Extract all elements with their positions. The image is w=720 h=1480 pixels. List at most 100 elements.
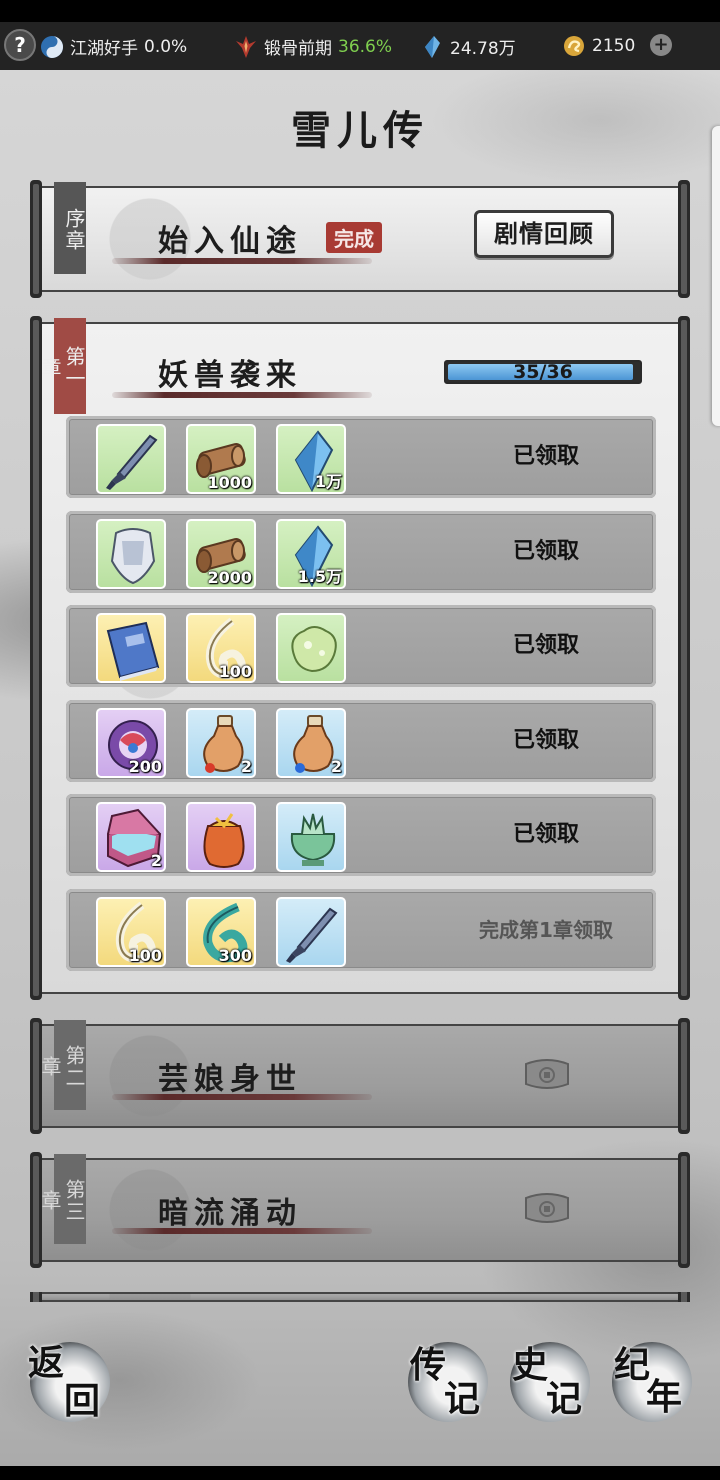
side-drawer-handle[interactable] [712,126,720,426]
scroll-rod-left [30,180,42,298]
censer-icon [290,813,336,866]
item-quantity: 200 [128,756,162,776]
chapter-progress-bar: 35/36 [444,360,642,384]
reward-item-slot[interactable]: 1000 [186,424,256,494]
game-screen: ? 江湖好手 0.0% 锻骨前期 36.6% 24.78万 2150 + 雪儿传… [0,0,720,1480]
reward-item-slot[interactable]: 200 [96,707,166,778]
back-button[interactable]: 返 回 [28,1342,110,1422]
back-char-2: 回 [64,1380,101,1422]
reward-item-slot[interactable] [96,613,166,683]
system-nav-strip [0,1466,720,1480]
realm-label: 锻骨前期 [264,39,332,59]
biography-button[interactable]: 传 记 [408,1342,488,1422]
armor-icon [110,527,156,584]
reward-item-slot[interactable] [96,424,166,494]
chapter4-scroll-partial [30,1292,690,1302]
item-quantity: 2 [330,756,342,776]
prologue-tag: 序章 [54,182,86,274]
cultivation-rank-stat[interactable]: 江湖好手 0.0% [40,34,187,59]
prologue-scroll: 序章 始入仙途 完成 剧情回顾 [30,180,690,298]
reward-item-slot[interactable] [186,802,256,872]
coin-value: 2150 [592,36,636,56]
reward-item-slot[interactable]: 100 [96,896,166,967]
brush-stroke [112,1094,372,1100]
claimed-status: 已领取 [512,444,579,469]
scroll-rod-left [30,1292,42,1302]
chapter3-title: 暗流涌动 [158,1196,302,1231]
scroll-paper [40,1292,680,1302]
reward-item-slot[interactable]: 300 [186,896,256,967]
chapter2-scroll[interactable]: 第二章 芸娘身世 [30,1018,690,1134]
brush-stroke [112,1228,372,1234]
scroll-rod-left [30,316,42,1000]
scroll-rod-right [678,1292,690,1302]
brush-stroke [112,258,372,264]
lock-icon [525,1193,569,1223]
sword-icon [106,434,158,490]
reward-item-slot[interactable]: 2 [276,707,346,778]
reward-item-slot[interactable] [276,802,346,872]
reward-row[interactable]: 2 已领取 [66,794,656,876]
coin-stat[interactable]: 2150 [562,34,635,58]
reward-row[interactable]: 200 2 2 已领取 [66,699,656,782]
item-quantity: 2 [150,851,162,870]
item-quantity: 1000 [207,473,252,492]
item-quantity: 1.5万 [297,566,342,586]
history-button[interactable]: 史 记 [510,1342,590,1422]
crystal-icon [425,35,440,58]
crystal-value: 24.78万 [450,39,516,59]
history-char-1: 史 [512,1344,549,1386]
reward-item-slot[interactable]: 1.5万 [276,518,346,589]
reward-row[interactable]: 100 300 完成第1章领取 [66,888,656,971]
claimed-status: 已领取 [512,633,579,658]
chapter1-scroll: 第一章 妖兽袭来 35/36 1000 1万 已领取 2000 1.5万 已领取 100 已领… [30,316,690,1000]
chapter1-tag: 第一章 [38,318,86,414]
chapter3-scroll[interactable]: 第三章 暗流涌动 [30,1152,690,1268]
item-quantity: 100 [218,662,252,681]
reward-row[interactable]: 1000 1万 已领取 [66,416,656,498]
help-button[interactable]: ? [4,29,36,61]
crystal-stat[interactable]: 24.78万 [420,34,516,59]
biography-char-1: 传 [410,1344,447,1386]
back-char-1: 返 [28,1342,65,1384]
prologue-title: 始入仙途 [158,224,302,259]
chapter2-tag: 第二章 [38,1020,86,1110]
reward-item-slot[interactable]: 100 [186,613,256,683]
brush-stroke [112,392,372,398]
rank-label: 江湖好手 [70,39,138,59]
chronicle-button[interactable]: 纪 年 [612,1342,692,1422]
chronicle-char-1: 纪 [614,1344,651,1386]
reward-row[interactable]: 100 已领取 [66,605,656,687]
item-quantity: 100 [128,945,162,965]
reward-item-slot[interactable]: 2 [186,707,256,778]
pouch-icon [203,813,245,868]
reward-item-slot[interactable]: 2 [96,802,166,872]
progress-text: 35/36 [513,361,573,383]
scroll-rod-right [678,316,690,1000]
add-coin-button[interactable]: + [650,34,672,56]
scroll-rod-right [678,1018,690,1134]
reward-item-slot[interactable] [276,613,346,683]
chapter3-tag: 第三章 [38,1154,86,1244]
reward-row[interactable]: 2000 1.5万 已领取 [66,510,656,593]
rank-value: 0.0% [144,36,188,57]
item-quantity: 1万 [314,472,342,491]
reward-item-slot[interactable]: 2000 [186,518,256,589]
history-char-2: 记 [546,1378,583,1420]
claimed-status: 已领取 [512,727,579,753]
story-review-button[interactable]: 剧情回顾 [474,210,614,258]
claim-condition-label[interactable]: 完成第1章领取 [446,889,646,971]
reward-item-slot[interactable]: 1万 [276,424,346,494]
chapter1-title: 妖兽袭来 [158,358,302,393]
item-quantity: 2000 [207,567,252,587]
biography-char-2: 记 [444,1378,481,1420]
realm-stat[interactable]: 锻骨前期 36.6% [234,34,392,59]
scroll-paper [40,1024,680,1128]
book-icon [106,621,160,681]
yin-yang-icon [41,35,63,58]
chronicle-char-2: 年 [646,1376,683,1418]
reward-item-slot[interactable] [276,896,346,967]
flame-icon [236,35,256,58]
scroll-rod-right [678,180,690,298]
reward-item-slot[interactable] [96,518,166,589]
